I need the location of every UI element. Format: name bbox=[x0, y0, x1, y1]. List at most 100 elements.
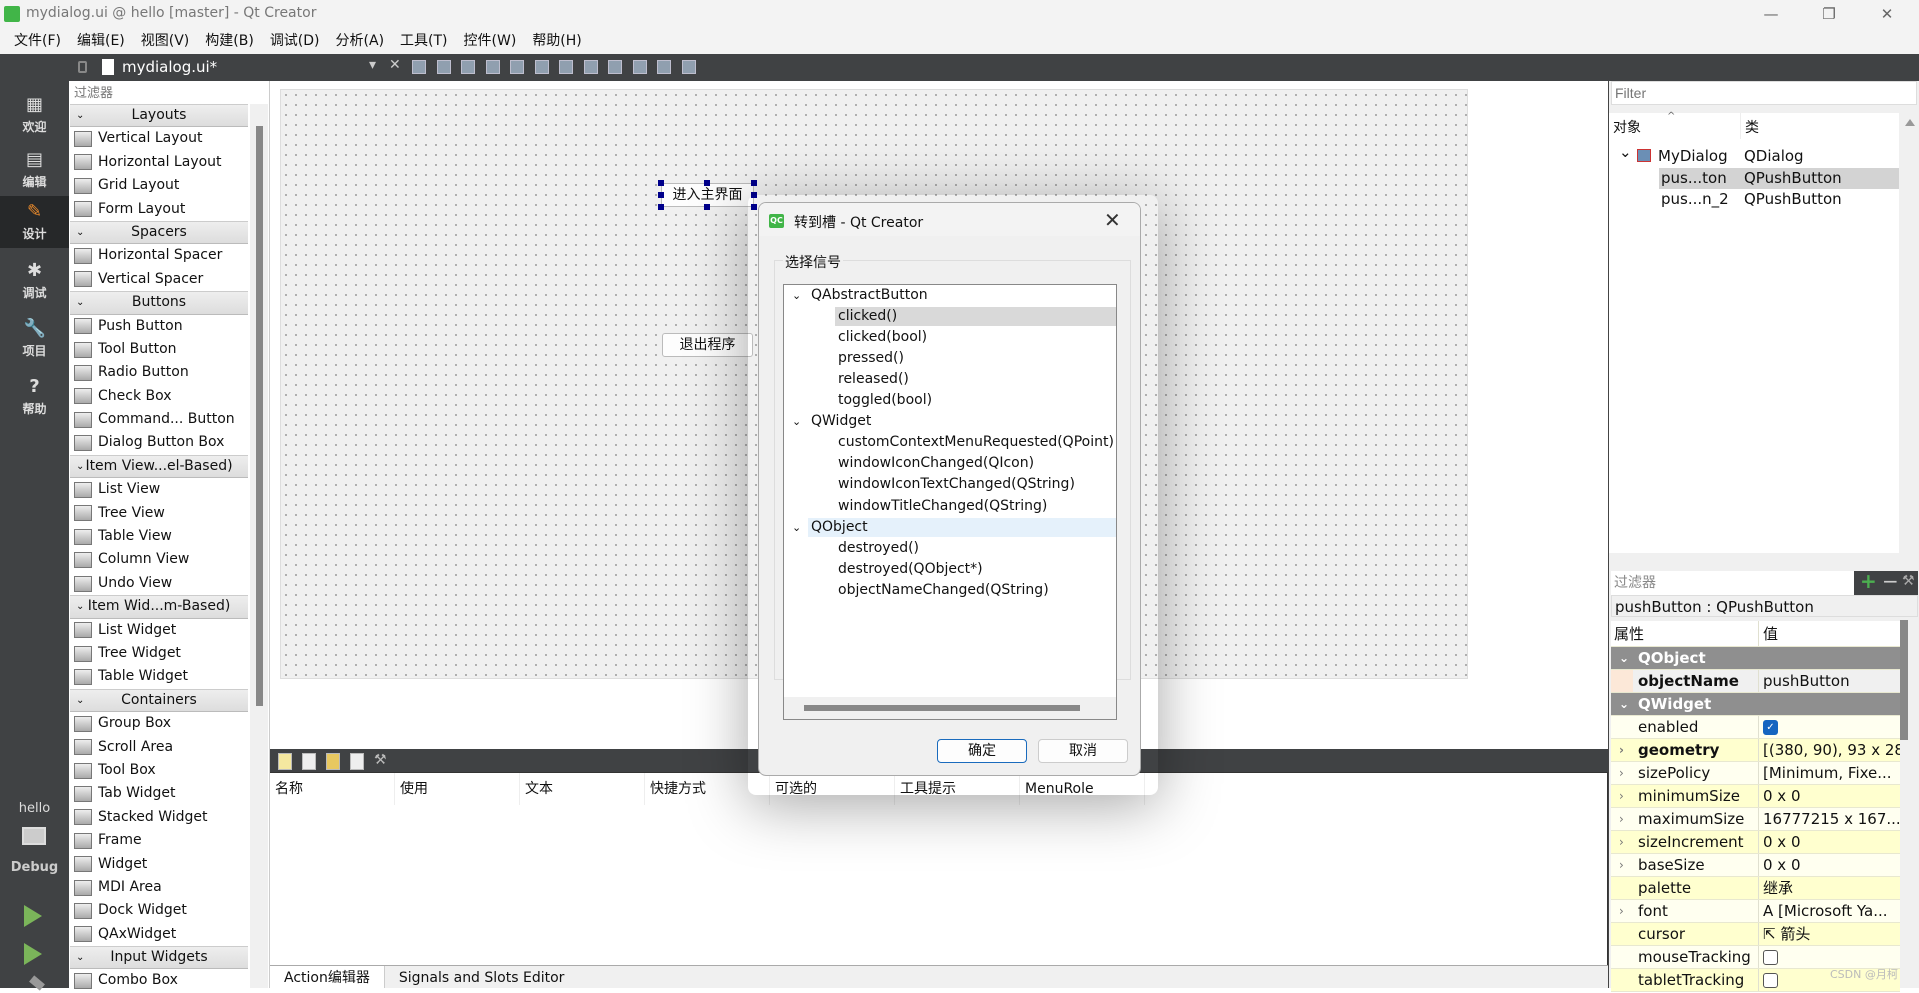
property-row[interactable]: › sizeIncrement 0 x 0 bbox=[1611, 831, 1900, 854]
mode-grid[interactable]: ▦ 欢迎 bbox=[0, 89, 69, 141]
layout-tool-icon[interactable] bbox=[412, 60, 426, 74]
property-row[interactable]: cursor ⇱ 箭头 bbox=[1611, 923, 1900, 946]
signal-item[interactable]: destroyed() bbox=[835, 539, 1116, 558]
delete-action-icon[interactable] bbox=[350, 753, 364, 770]
open-file-name[interactable]: mydialog.ui* bbox=[122, 58, 217, 76]
dialog-close-button[interactable]: ✕ bbox=[1104, 208, 1121, 232]
widget-item[interactable]: Vertical Spacer bbox=[70, 268, 248, 291]
column-header[interactable]: 使用 bbox=[395, 773, 520, 805]
bottom-tab[interactable]: Signals and Slots Editor bbox=[385, 966, 579, 988]
object-filter-input[interactable] bbox=[1611, 81, 1917, 105]
property-row[interactable]: › maximumSize 16777215 x 167... bbox=[1611, 808, 1900, 831]
widget-category-header[interactable]: ⌄ Layouts bbox=[70, 104, 248, 128]
layout-tool-icon[interactable] bbox=[583, 60, 598, 74]
property-filter-input[interactable]: 过滤器 bbox=[1611, 571, 1854, 595]
bottom-tab[interactable]: Action编辑器 bbox=[270, 966, 385, 988]
menu-item[interactable]: 工具(T) bbox=[392, 29, 455, 54]
configure-icon[interactable]: ⚒ bbox=[1902, 573, 1915, 589]
mode-bug[interactable]: ✱ 调试 bbox=[0, 255, 69, 307]
widget-item[interactable]: Tree View bbox=[70, 502, 248, 525]
widget-box-scrollbar[interactable] bbox=[256, 126, 263, 706]
widget-category-header[interactable]: ⌄ Input Widgets bbox=[70, 946, 248, 970]
menu-item[interactable]: 视图(V) bbox=[133, 29, 198, 54]
build-icon[interactable] bbox=[29, 975, 45, 991]
widget-item[interactable]: Group Box bbox=[70, 712, 248, 735]
chevron-down-icon[interactable]: ⌄ bbox=[1619, 142, 1632, 163]
property-row[interactable]: enabled ✓ bbox=[1611, 716, 1900, 739]
property-group[interactable]: ⌄ QObject bbox=[1611, 647, 1900, 670]
property-value[interactable]: ✓ bbox=[1759, 716, 1900, 738]
resize-handle[interactable] bbox=[751, 180, 757, 186]
copy-action-icon[interactable] bbox=[302, 753, 316, 770]
restore-button[interactable]: ❐ bbox=[1806, 0, 1852, 29]
signal-item[interactable]: customContextMenuRequested(QPoint) bbox=[835, 433, 1116, 452]
menu-item[interactable]: 调试(D) bbox=[262, 29, 328, 54]
widget-item[interactable]: Horizontal Layout bbox=[70, 151, 248, 174]
layout-tool-icon[interactable] bbox=[485, 60, 500, 74]
widget-category-header[interactable]: ⌄ Buttons bbox=[70, 291, 248, 315]
widget-item[interactable]: Widget bbox=[70, 853, 248, 876]
object-row[interactable]: ⌄ MyDialog QDialog bbox=[1609, 143, 1899, 167]
column-class[interactable]: 类 bbox=[1740, 113, 1759, 139]
widget-item[interactable]: Scroll Area bbox=[70, 736, 248, 759]
signal-item[interactable]: pressed() bbox=[835, 349, 1116, 368]
widget-item[interactable]: Undo View bbox=[70, 572, 248, 595]
layout-tool-icon[interactable] bbox=[534, 60, 549, 74]
chevron-down-icon[interactable]: ⌄ bbox=[76, 947, 84, 968]
scroll-up-icon[interactable] bbox=[1904, 119, 1915, 126]
property-value[interactable]: 0 x 0 bbox=[1759, 854, 1900, 876]
mode-document[interactable]: ▤ 编辑 bbox=[0, 144, 69, 196]
add-property-icon[interactable]: + bbox=[1860, 569, 1877, 593]
widget-item[interactable]: Vertical Layout bbox=[70, 127, 248, 150]
signal-class-group[interactable]: ⌄ QAbstractButton bbox=[784, 286, 1116, 305]
property-value[interactable]: 继承 bbox=[1759, 877, 1900, 899]
signal-item[interactable]: toggled(bool) bbox=[835, 391, 1116, 410]
object-row[interactable]: pus...ton QPushButton bbox=[1609, 167, 1899, 189]
signal-item[interactable]: objectNameChanged(QString) bbox=[835, 581, 1116, 600]
resize-handle[interactable] bbox=[658, 192, 664, 198]
widget-item[interactable]: Frame bbox=[70, 829, 248, 852]
signal-item[interactable]: clicked() bbox=[835, 307, 1116, 327]
checkbox-unchecked[interactable] bbox=[1763, 973, 1778, 988]
layout-tool-icon[interactable] bbox=[608, 60, 622, 74]
layout-tool-icon[interactable] bbox=[559, 60, 573, 74]
signal-item[interactable]: windowIconTextChanged(QString) bbox=[835, 475, 1116, 494]
widget-item[interactable]: List Widget bbox=[70, 619, 248, 642]
property-row[interactable]: › sizePolicy [Minimum, Fixe... bbox=[1611, 762, 1900, 785]
signal-class-group[interactable]: ⌄ QObject bbox=[784, 517, 1116, 537]
signal-item[interactable]: windowIconChanged(QIcon) bbox=[835, 454, 1116, 473]
chevron-right-icon[interactable]: › bbox=[1619, 900, 1624, 922]
signal-item[interactable]: destroyed(QObject*) bbox=[835, 560, 1116, 579]
property-scrollbar[interactable] bbox=[1900, 620, 1908, 740]
mode-wrench[interactable]: 🔧 项目 bbox=[0, 313, 69, 365]
paste-action-icon[interactable] bbox=[326, 753, 340, 770]
mode-pencil[interactable]: ✎ 设计 bbox=[0, 196, 69, 248]
close-button[interactable]: ✕ bbox=[1864, 0, 1910, 29]
property-value[interactable]: 0 x 0 bbox=[1759, 785, 1900, 807]
kit-project-name[interactable]: hello bbox=[0, 801, 69, 816]
signal-class-group[interactable]: ⌄ QWidget bbox=[784, 412, 1116, 431]
property-row[interactable]: › font A [Microsoft Ya... bbox=[1611, 900, 1900, 923]
widget-item[interactable]: Command... Button bbox=[70, 408, 248, 431]
menu-item[interactable]: 帮助(H) bbox=[524, 29, 589, 54]
widget-category-header[interactable]: ⌄ Spacers bbox=[70, 220, 248, 245]
remove-property-icon[interactable]: − bbox=[1882, 569, 1899, 593]
mode-help[interactable]: ? 帮助 bbox=[0, 371, 69, 423]
property-value[interactable]: 0 x 0 bbox=[1759, 831, 1900, 853]
property-row[interactable]: › geometry [(380, 90), 93 x 28] bbox=[1611, 739, 1900, 762]
widget-category-header[interactable]: ⌄ Item View...el-Based) bbox=[70, 454, 248, 479]
widget-item[interactable]: Tree Widget bbox=[70, 642, 248, 665]
widget-item[interactable]: Push Button bbox=[70, 315, 248, 338]
chevron-down-icon[interactable]: ⌄ bbox=[792, 286, 801, 305]
column-header[interactable]: 名称 bbox=[270, 773, 395, 805]
layout-tool-icon[interactable] bbox=[657, 60, 671, 74]
chevron-down-icon[interactable]: ⌄ bbox=[76, 596, 84, 617]
checkbox-unchecked[interactable] bbox=[1763, 950, 1778, 965]
widget-item[interactable]: MDI Area bbox=[70, 876, 248, 899]
widget-item[interactable]: Dialog Button Box bbox=[70, 431, 248, 454]
form-button-exit[interactable]: 退出程序 bbox=[662, 333, 753, 357]
run-icon[interactable] bbox=[24, 905, 42, 927]
chevron-right-icon[interactable]: › bbox=[1619, 785, 1624, 807]
resize-handle[interactable] bbox=[704, 204, 710, 210]
widget-item[interactable]: QAxWidget bbox=[70, 923, 248, 946]
